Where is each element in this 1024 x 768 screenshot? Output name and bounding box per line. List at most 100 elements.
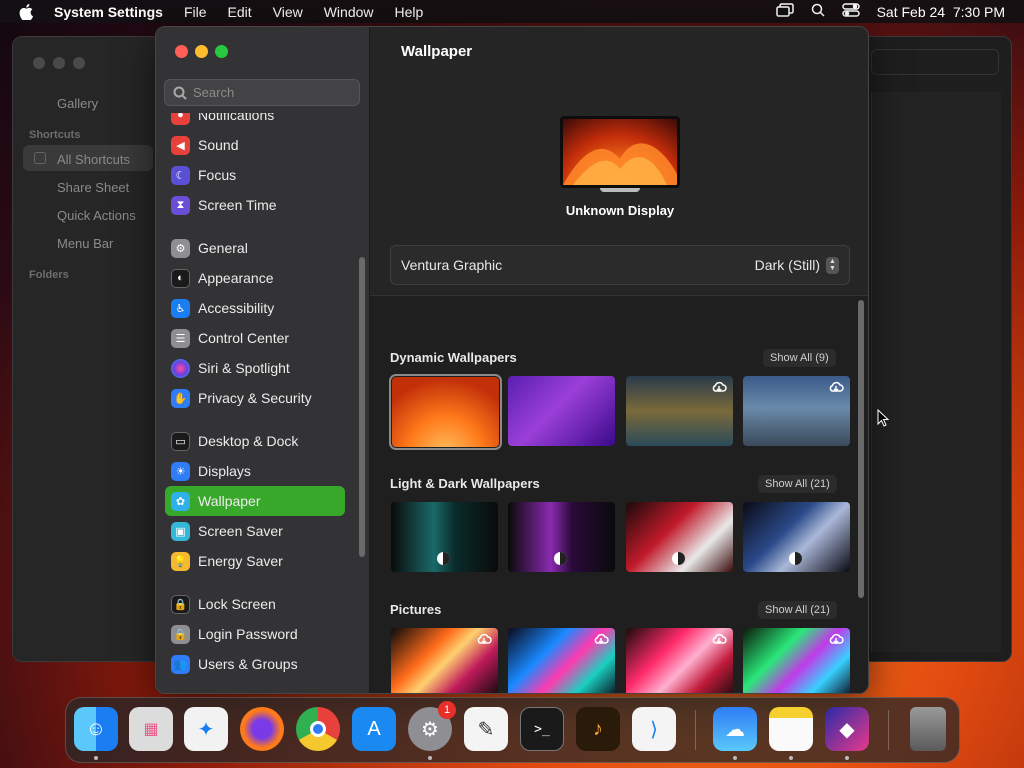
bg-close-button[interactable] (33, 57, 45, 69)
terminal-icon[interactable]: >_ (520, 707, 564, 751)
sidebar-item-accessibility[interactable]: ♿ Accessibility (165, 293, 345, 323)
menu-edit[interactable]: Edit (228, 4, 252, 20)
firefox-icon[interactable] (240, 707, 284, 751)
show-all-pictures-button[interactable]: Show All (21) (758, 601, 837, 619)
sidebar-item-energy-saver[interactable]: 💡 Energy Saver (165, 546, 345, 576)
bg-grid-icon (34, 152, 46, 164)
thumb-picture-1[interactable] (391, 628, 498, 693)
menu-view[interactable]: View (273, 4, 303, 20)
sidebar-item-label: Displays (198, 463, 251, 479)
garageband-icon[interactable]: ♪ (576, 707, 620, 751)
control-center-icon[interactable] (841, 3, 860, 20)
thumb-lightdark-2[interactable] (508, 502, 615, 572)
sidebar-item-label: Appearance (198, 270, 274, 286)
trash-icon[interactable] (910, 707, 946, 751)
thumb-lightdark-1[interactable] (391, 502, 498, 572)
chrome-icon[interactable] (296, 707, 340, 751)
safari-icon[interactable]: ✦ (184, 707, 228, 751)
sidebar-item-general[interactable]: ⚙ General (165, 233, 345, 263)
sidebar-search-field[interactable]: Search (164, 79, 360, 106)
menu-help[interactable]: Help (395, 4, 424, 20)
bg-minimize-button[interactable] (53, 57, 65, 69)
sidebar-scrollbar[interactable] (359, 257, 365, 557)
sidebar-item-lock-screen[interactable]: 🔒 Lock Screen (165, 589, 345, 619)
bg-item-all-shortcuts[interactable]: All Shortcuts (57, 152, 130, 167)
lightbulb-icon: 💡 (171, 551, 190, 571)
dock-running-indicator (789, 756, 793, 760)
thumb-picture-2[interactable] (508, 628, 615, 693)
section-title-dynamic: Dynamic Wallpapers (390, 350, 517, 365)
sidebar-item-wallpaper[interactable]: ✿ Wallpaper (165, 486, 345, 516)
zoom-button[interactable] (215, 45, 228, 58)
launchpad-icon[interactable]: ▦ (129, 707, 173, 751)
wallpaper-icon: ✿ (171, 491, 190, 511)
bell-icon: ● (171, 113, 190, 125)
finder-icon[interactable]: ☺ (74, 707, 118, 751)
thumb-dynamic-2[interactable] (508, 376, 615, 446)
sidebar-item-control-center[interactable]: ☰ Control Center (165, 323, 345, 353)
vscode-icon[interactable]: ⟩ (632, 707, 676, 751)
sidebar-item-privacy-security[interactable]: ✋ Privacy & Security (165, 383, 345, 413)
thumb-dynamic-1[interactable] (389, 374, 502, 450)
sidebar-item-appearance[interactable]: ◐ Appearance (165, 263, 345, 293)
sidebar-list[interactable]: ● Notifications ◀ Sound ☾ Focus ⧗ Screen… (156, 113, 370, 693)
thumb-dynamic-3[interactable] (626, 376, 733, 446)
sidebar-item-focus[interactable]: ☾ Focus (165, 160, 345, 190)
menu-window[interactable]: Window (324, 4, 374, 20)
shortcuts-icon[interactable]: ◆ (825, 707, 869, 751)
thumb-picture-3[interactable] (626, 628, 733, 693)
wallpaper-gallery[interactable]: Dynamic Wallpapers Show All (9) Light & … (370, 295, 868, 693)
thumb-picture-4[interactable] (743, 628, 850, 693)
thumb-lightdark-4[interactable] (743, 502, 850, 572)
notification-badge: 1 (438, 701, 456, 719)
dock-icon: ▭ (171, 431, 190, 451)
screen-mirroring-icon[interactable] (775, 3, 794, 20)
apple-menu-icon[interactable] (19, 3, 35, 21)
display-preview: Unknown Display (370, 85, 868, 235)
sidebar-item-sound[interactable]: ◀ Sound (165, 130, 345, 160)
bg-zoom-button[interactable] (73, 57, 85, 69)
bg-item-menu-bar[interactable]: Menu Bar (57, 236, 113, 251)
bg-search-field[interactable] (871, 49, 999, 75)
sidebar-item-label: Users & Groups (198, 656, 298, 672)
sidebar-item-screen-saver[interactable]: ▣ Screen Saver (165, 516, 345, 546)
notes-icon[interactable] (769, 707, 813, 751)
weather-icon[interactable]: ☁ (713, 707, 757, 751)
bg-item-gallery[interactable]: Gallery (57, 96, 98, 111)
cloud-download-icon (828, 380, 844, 393)
gallery-scrollbar[interactable] (858, 300, 864, 598)
textedit-icon[interactable]: ✎ (464, 707, 508, 751)
sidebar-item-label: Desktop & Dock (198, 433, 299, 449)
minimize-button[interactable] (195, 45, 208, 58)
thumb-lightdark-3[interactable] (626, 502, 733, 572)
sidebar-item-notifications[interactable]: ● Notifications (165, 113, 345, 130)
spotlight-search-icon[interactable] (811, 3, 825, 20)
sidebar-item-label: Screen Saver (198, 523, 283, 539)
bg-item-share-sheet[interactable]: Share Sheet (57, 180, 129, 195)
sidebar-item-desktop-dock[interactable]: ▭ Desktop & Dock (165, 426, 345, 456)
dock-running-indicator (733, 756, 737, 760)
sidebar-item-users-groups[interactable]: 👥 Users & Groups (165, 649, 345, 679)
display-stand (600, 188, 640, 192)
bg-detail-pane (871, 92, 1001, 652)
sidebar-item-label: Accessibility (198, 300, 275, 316)
appstore-icon[interactable]: A (352, 707, 396, 751)
sidebar-item-displays[interactable]: ☀ Displays (165, 456, 345, 486)
show-all-dynamic-button[interactable]: Show All (9) (763, 349, 836, 367)
bg-item-quick-actions[interactable]: Quick Actions (57, 208, 136, 223)
lock-icon: 🔒 (171, 624, 190, 644)
close-button[interactable] (175, 45, 188, 58)
menu-clock[interactable]: Sat Feb 24 7:30 PM (877, 4, 1005, 20)
menu-file[interactable]: File (184, 4, 207, 20)
menu-app-name[interactable]: System Settings (54, 4, 163, 20)
thumb-dynamic-4[interactable] (743, 376, 850, 446)
sidebar-item-login-password[interactable]: 🔒 Login Password (165, 619, 345, 649)
sidebar-item-screen-time[interactable]: ⧗ Screen Time (165, 190, 345, 220)
lock-icon: 🔒 (171, 594, 190, 614)
dock-running-indicator (428, 756, 432, 760)
system-settings-icon[interactable]: ⚙ 1 (408, 701, 456, 751)
show-all-light-dark-button[interactable]: Show All (21) (758, 475, 837, 493)
wallpaper-style-popup[interactable]: Dark (Still) ▲ ▼ (755, 256, 839, 274)
sidebar-item-siri-spotlight[interactable]: Siri & Spotlight (165, 353, 345, 383)
sidebar-item-label: Control Center (198, 330, 290, 346)
